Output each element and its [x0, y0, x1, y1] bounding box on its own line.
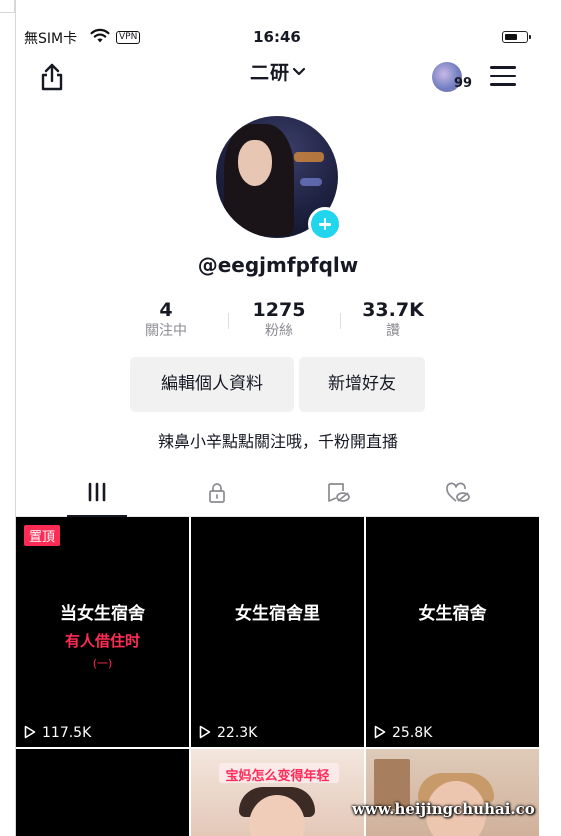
- add-friend-button[interactable]: 新增好友: [299, 357, 425, 412]
- tab-liked[interactable]: [398, 470, 518, 516]
- stat-label: 粉絲: [265, 323, 293, 339]
- wifi-icon: [90, 28, 110, 48]
- stat-following[interactable]: 4 關注中: [116, 299, 216, 341]
- tab-private[interactable]: [157, 470, 277, 516]
- username: @eegjmfpfqlw: [197, 253, 359, 277]
- battery-icon: [502, 31, 531, 43]
- avatar-bg-light: [300, 178, 322, 186]
- stat-divider: [340, 313, 341, 329]
- menu-icon-line: [490, 83, 516, 86]
- lock-icon: [209, 483, 225, 503]
- video-subtitle: 有人借住时: [64, 632, 140, 650]
- stat-value: 4: [159, 299, 173, 321]
- view-count: 117.5K: [24, 725, 91, 741]
- video-thumbnail[interactable]: [366, 749, 539, 836]
- video-thumbnail[interactable]: 宝妈怎么变得年轻: [191, 749, 364, 836]
- stat-label: 關注中: [145, 323, 187, 339]
- stat-value: 1275: [252, 299, 306, 321]
- video-part-label: (一): [92, 657, 113, 670]
- video-thumbnail[interactable]: 女生宿舍里 22.3K: [191, 517, 364, 747]
- status-time: 16:46: [253, 28, 301, 46]
- notification-count-badge: 99: [454, 76, 473, 91]
- videos-grid-icon: [88, 482, 106, 502]
- play-icon: [24, 725, 36, 739]
- liked-hidden-icon: [446, 482, 470, 502]
- view-count: 25.8K: [374, 725, 432, 741]
- share-button[interactable]: [38, 62, 66, 92]
- share-icon: [41, 63, 63, 91]
- play-icon: [374, 725, 386, 739]
- stat-label: 讚: [386, 323, 400, 339]
- stat-value: 33.7K: [362, 299, 424, 321]
- watermark-text: www.heijingchuhai.co: [352, 800, 535, 818]
- avatar-face: [238, 140, 272, 186]
- video-title: 当女生宿舍: [60, 604, 145, 624]
- video-thumbnail[interactable]: 女生宿舍 25.8K: [366, 517, 539, 747]
- menu-button[interactable]: [490, 66, 516, 88]
- video-caption: 宝妈怎么变得年轻: [225, 769, 330, 784]
- view-count-text: 22.3K: [217, 725, 258, 741]
- battery-level: [504, 33, 517, 40]
- add-avatar-plus-icon[interactable]: [308, 207, 342, 241]
- video-thumbnail[interactable]: [16, 749, 189, 836]
- video-title: 女生宿舍里: [235, 604, 320, 624]
- profile-stats: 4 關注中 1275 粉絲 33.7K 讚: [116, 299, 440, 345]
- app-screen: 無SIM卡 VPN 16:46 二研 99 @eegjmfpfqlw 4 關注中…: [16, 0, 540, 836]
- carrier-label: 無SIM卡: [24, 31, 78, 47]
- page-title: 二研: [249, 62, 290, 84]
- menu-icon-line: [490, 66, 516, 69]
- stat-likes[interactable]: 33.7K 讚: [343, 299, 443, 341]
- avatar-bg-light: [294, 152, 324, 162]
- reposts-icon: [328, 483, 350, 502]
- profile-header: 二研 99: [16, 52, 540, 102]
- video-title: 女生宿舍: [418, 604, 487, 624]
- chevron-down-icon: [292, 62, 306, 81]
- status-bar: 無SIM卡 VPN 16:46: [16, 26, 540, 50]
- view-count: 22.3K: [199, 725, 257, 741]
- video-thumbnail[interactable]: 置頂 当女生宿舍 有人借住时 (一) 117.5K: [16, 517, 189, 747]
- content-tabs: [16, 470, 540, 517]
- play-icon: [199, 725, 211, 739]
- account-switcher[interactable]: 二研: [228, 58, 328, 85]
- edit-profile-button[interactable]: 編輯個人資料: [130, 357, 294, 412]
- view-count-text: 117.5K: [42, 725, 92, 741]
- tab-videos[interactable]: [37, 470, 157, 516]
- menu-icon-line: [490, 74, 516, 78]
- vpn-badge: VPN: [116, 31, 141, 44]
- battery-nub: [529, 35, 531, 39]
- view-count-text: 25.8K: [392, 725, 433, 741]
- page-corner-mark: [0, 0, 15, 13]
- tab-reposts[interactable]: [278, 470, 398, 516]
- pinned-badge: 置頂: [24, 525, 61, 546]
- profile-bio: 辣鼻小辛點點關注哦，千粉開直播: [157, 432, 398, 451]
- stat-followers[interactable]: 1275 粉絲: [229, 299, 329, 341]
